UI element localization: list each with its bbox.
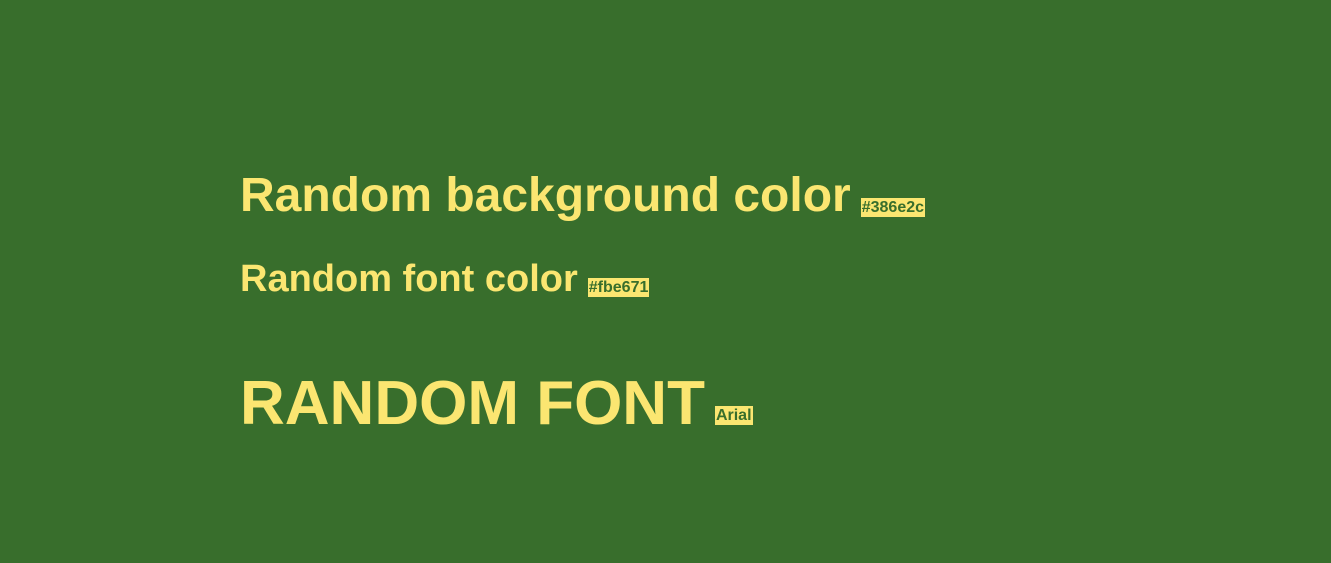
font-color-row: Random font color #fbe671 <box>240 256 650 302</box>
page: { "colors": { "background": "#386e2c", "… <box>0 0 1331 563</box>
font-heading: RANDOM FONT <box>240 369 705 438</box>
background-color-value-badge: #386e2c <box>860 198 926 217</box>
font-name-badge: Arial <box>714 406 753 425</box>
background-color-row: Random background color #386e2c <box>240 167 926 225</box>
font-color-heading: Random font color <box>240 258 578 300</box>
font-row: RANDOM FONT Arial <box>240 367 753 441</box>
font-color-value-badge: #fbe671 <box>587 278 650 297</box>
background-color-heading: Random background color <box>240 169 851 222</box>
